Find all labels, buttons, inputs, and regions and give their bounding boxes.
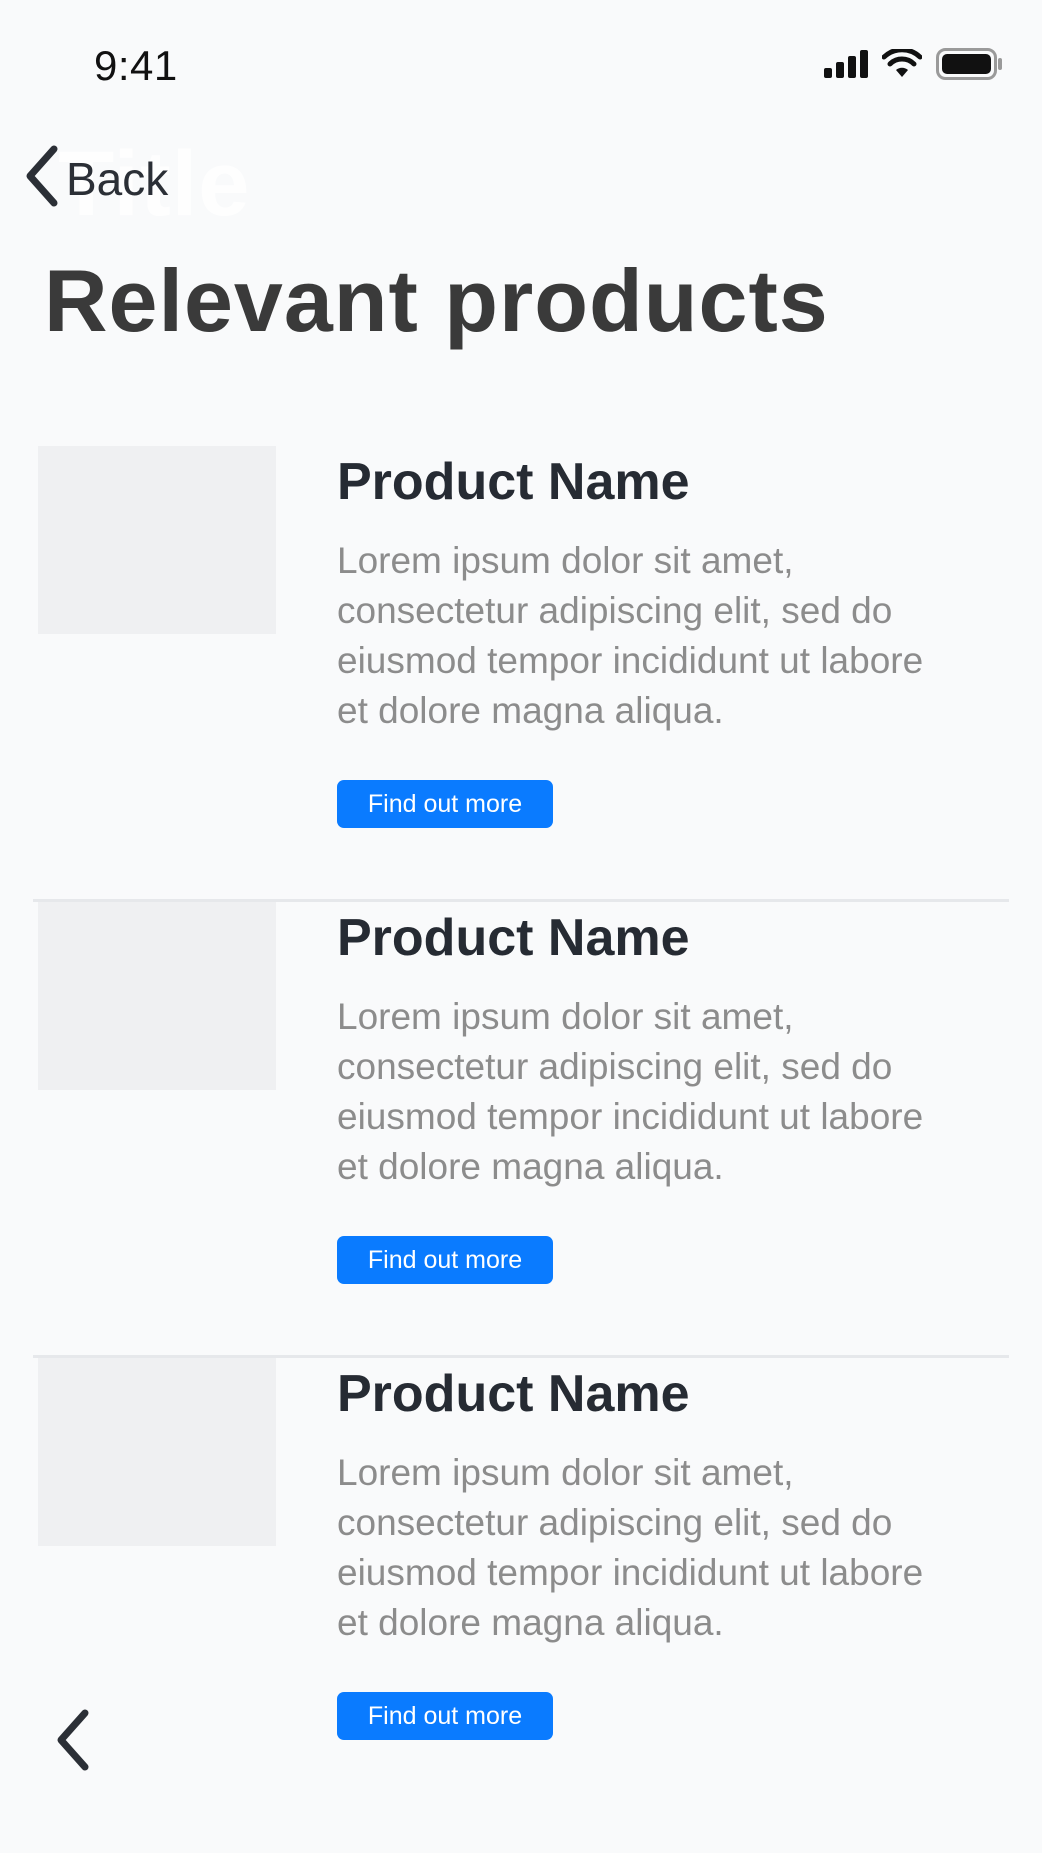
product-description: Lorem ipsum dolor sit amet, consectetur …: [337, 540, 924, 731]
product-body: Product Name Lorem ipsum dolor sit amet,…: [337, 902, 957, 1284]
product-thumbnail: [38, 446, 276, 634]
product-list: Product Name Lorem ipsum dolor sit amet,…: [0, 446, 1042, 1814]
battery-icon: [936, 48, 1004, 85]
find-out-more-button[interactable]: Find out more: [337, 780, 553, 828]
product-thumbnail: [38, 902, 276, 1090]
wifi-icon: [881, 47, 923, 84]
chevron-left-icon: [52, 1709, 92, 1776]
product-description: Lorem ipsum dolor sit amet, consectetur …: [337, 1452, 924, 1643]
product-name: Product Name: [337, 1365, 690, 1423]
product-body: Product Name Lorem ipsum dolor sit amet,…: [337, 1358, 957, 1740]
page-title: Relevant products: [44, 251, 829, 350]
status-icons: [824, 47, 1004, 85]
product-name: Product Name: [337, 453, 690, 511]
product-card: Product Name Lorem ipsum dolor sit amet,…: [0, 446, 1042, 902]
product-description: Lorem ipsum dolor sit amet, consectetur …: [337, 996, 924, 1187]
product-name: Product Name: [337, 909, 690, 967]
product-card: Product Name Lorem ipsum dolor sit amet,…: [0, 902, 1042, 1358]
cellular-signal-icon: [824, 50, 868, 83]
status-bar: 9:41: [0, 0, 1042, 130]
find-out-more-button[interactable]: Find out more: [337, 1236, 553, 1284]
back-label: Back: [66, 152, 169, 205]
status-time: 9:41: [94, 42, 178, 89]
product-card: Product Name Lorem ipsum dolor sit amet,…: [0, 1358, 1042, 1814]
chevron-left-icon: [22, 145, 60, 212]
product-body: Product Name Lorem ipsum dolor sit amet,…: [337, 446, 957, 828]
bottom-back-button[interactable]: [52, 1708, 92, 1777]
find-out-more-button[interactable]: Find out more: [337, 1692, 553, 1740]
back-button[interactable]: Back: [22, 145, 168, 212]
product-thumbnail: [38, 1358, 276, 1546]
